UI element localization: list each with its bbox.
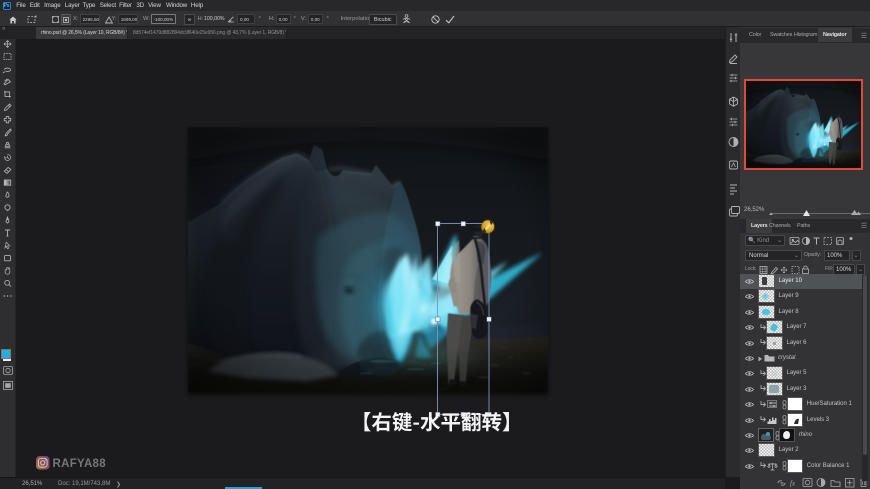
svg-text:fx: fx [790,480,796,488]
svg-text:RAFYA88: RAFYA88 [53,458,107,470]
